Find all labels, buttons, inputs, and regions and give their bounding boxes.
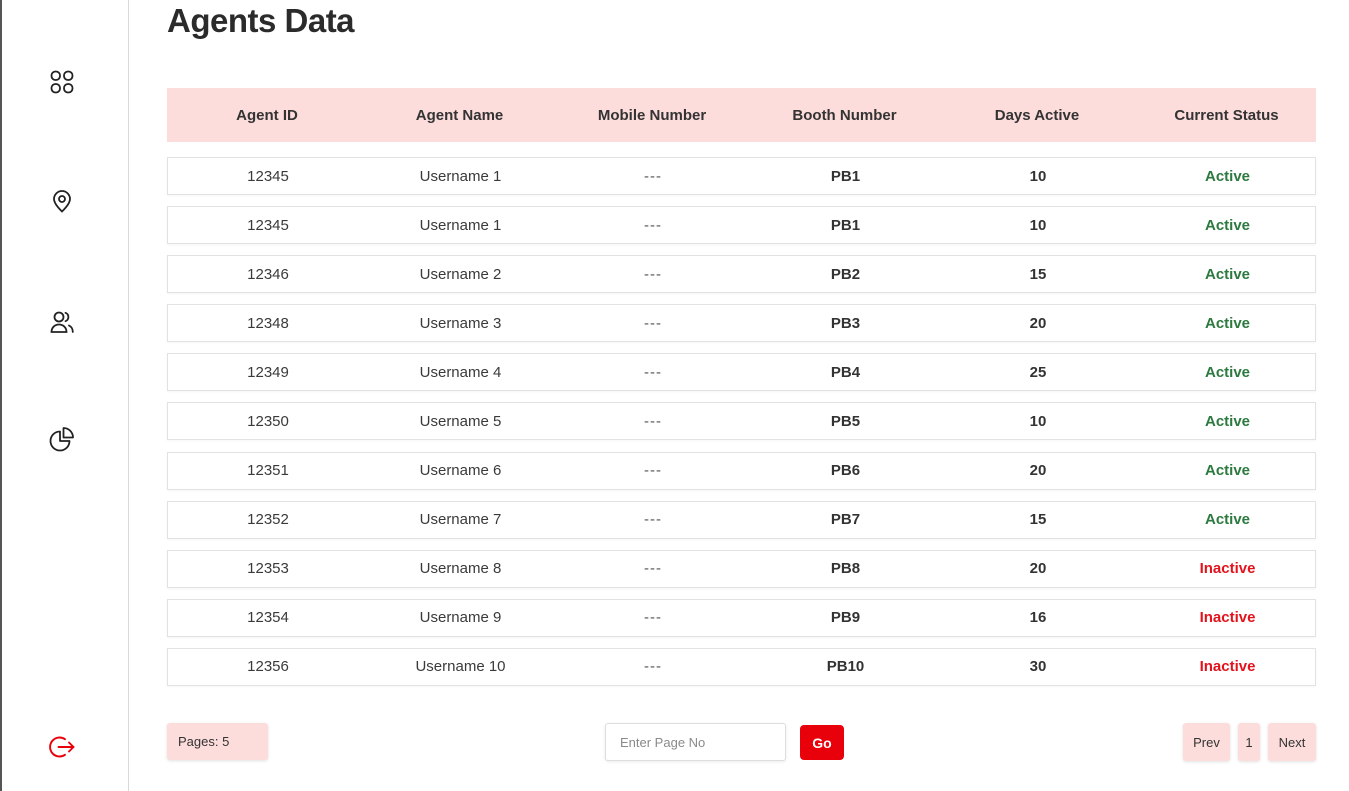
page-number-button[interactable]: 1 <box>1238 723 1260 761</box>
dashboard-grid-icon[interactable] <box>48 68 76 96</box>
table-row: 12356 Username 10 --- PB10 30 Inactive <box>167 647 1316 686</box>
booth-number-cell: PB5 <box>830 412 861 430</box>
status-cell: Active <box>1204 167 1251 185</box>
agent-name-cell: Username 7 <box>419 511 502 529</box>
days-active-cell: 10 <box>1029 216 1047 234</box>
status-cell: Inactive <box>1199 658 1256 676</box>
table-row: 12349 Username 4 --- PB4 25 Active <box>167 353 1316 392</box>
agent-name-cell: Username 8 <box>419 560 502 578</box>
booth-number-cell: PB9 <box>830 609 861 627</box>
agent-id-cell: 12346 <box>247 265 289 283</box>
agent-name-cell: Username 5 <box>419 412 502 430</box>
agent-name-cell: Username 9 <box>419 609 502 627</box>
mobile-number-cell: --- <box>644 314 662 332</box>
table-row: 12351 Username 6 --- PB6 20 Active <box>167 451 1316 490</box>
mobile-number-cell: --- <box>644 363 662 381</box>
logout-icon[interactable] <box>48 733 76 761</box>
status-cell: Active <box>1204 363 1251 381</box>
agent-name-cell: Username 1 <box>419 167 502 185</box>
status-cell: Active <box>1204 412 1251 430</box>
column-header-booth-number: Booth Number <box>792 106 897 124</box>
booth-number-cell: PB1 <box>830 216 861 234</box>
column-header-agent-id: Agent ID <box>236 106 298 124</box>
table-row: 12350 Username 5 --- PB5 10 Active <box>167 402 1316 441</box>
table-row: 12348 Username 3 --- PB3 20 Active <box>167 304 1316 343</box>
days-active-cell: 20 <box>1029 560 1047 578</box>
mobile-number-cell: --- <box>644 511 662 529</box>
booth-number-cell: PB6 <box>830 462 861 480</box>
days-active-cell: 10 <box>1029 167 1047 185</box>
column-header-agent-name: Agent Name <box>415 106 504 124</box>
table-row: 12345 Username 1 --- PB1 10 Active <box>167 157 1316 195</box>
status-cell: Inactive <box>1199 560 1256 578</box>
mobile-number-cell: --- <box>644 167 662 185</box>
agent-name-cell: Username 10 <box>415 658 506 676</box>
agent-id-cell: 12354 <box>247 609 289 627</box>
agent-id-cell: 12349 <box>247 363 289 381</box>
table-header: Agent ID Agent Name Mobile Number Booth … <box>167 88 1316 142</box>
agent-id-cell: 12345 <box>247 216 289 234</box>
table-row: 12346 Username 2 --- PB2 15 Active <box>167 255 1316 294</box>
agents-table-body: 12345 Username 1 --- PB1 10 Active 12345 Userna… <box>167 157 1316 697</box>
table-row: 12345 Username 1 --- PB1 10 Active <box>167 206 1316 245</box>
status-cell: Inactive <box>1199 609 1256 627</box>
agent-id-cell: 12345 <box>247 167 289 185</box>
pie-chart-icon[interactable] <box>48 425 76 453</box>
days-active-cell: 30 <box>1029 658 1047 676</box>
main-content: Agents Data Agent ID Agent Name Mobile N… <box>130 0 1349 791</box>
agent-id-cell: 12356 <box>247 658 289 676</box>
agent-id-cell: 12348 <box>247 314 289 332</box>
mobile-number-cell: --- <box>644 412 662 430</box>
agent-id-cell: 12352 <box>247 511 289 529</box>
agent-name-cell: Username 4 <box>419 363 502 381</box>
status-cell: Active <box>1204 462 1251 480</box>
next-page-button[interactable]: Next <box>1268 723 1316 761</box>
page-number-input[interactable] <box>605 723 786 761</box>
agent-name-cell: Username 1 <box>419 216 502 234</box>
booth-number-cell: PB3 <box>830 314 861 332</box>
column-header-mobile-number: Mobile Number <box>597 106 707 124</box>
column-header-days-active: Days Active <box>994 106 1080 124</box>
mobile-number-cell: --- <box>644 265 662 283</box>
booth-number-cell: PB10 <box>826 658 865 676</box>
pages-count-badge: Pages: 5 <box>167 723 268 760</box>
agent-id-cell: 12350 <box>247 412 289 430</box>
days-active-cell: 20 <box>1029 462 1047 480</box>
days-active-cell: 15 <box>1029 511 1047 529</box>
days-active-cell: 15 <box>1029 265 1047 283</box>
table-row: 12352 Username 7 --- PB7 15 Active <box>167 500 1316 539</box>
booth-number-cell: PB1 <box>830 167 861 185</box>
mobile-number-cell: --- <box>644 462 662 480</box>
column-header-current-status: Current Status <box>1174 106 1279 124</box>
mobile-number-cell: --- <box>644 658 662 676</box>
mobile-number-cell: --- <box>644 560 662 578</box>
days-active-cell: 10 <box>1029 412 1047 430</box>
status-cell: Active <box>1204 265 1251 283</box>
mobile-number-cell: --- <box>644 216 662 234</box>
agent-name-cell: Username 2 <box>419 265 502 283</box>
sidebar <box>2 0 129 791</box>
mobile-number-cell: --- <box>644 609 662 627</box>
location-pin-icon[interactable] <box>48 187 76 215</box>
agent-id-cell: 12351 <box>247 462 289 480</box>
agent-name-cell: Username 6 <box>419 462 502 480</box>
prev-page-button[interactable]: Prev <box>1183 723 1230 761</box>
days-active-cell: 16 <box>1029 609 1047 627</box>
table-row: 12353 Username 8 --- PB8 20 Inactive <box>167 549 1316 588</box>
days-active-cell: 25 <box>1029 363 1047 381</box>
page-title: Agents Data <box>167 2 355 39</box>
table-row: 12354 Username 9 --- PB9 16 Inactive <box>167 598 1316 637</box>
booth-number-cell: PB7 <box>830 511 861 529</box>
days-active-cell: 20 <box>1029 314 1047 332</box>
booth-number-cell: PB8 <box>830 560 861 578</box>
booth-number-cell: PB2 <box>830 265 861 283</box>
agent-name-cell: Username 3 <box>419 314 502 332</box>
status-cell: Active <box>1204 216 1251 234</box>
agent-id-cell: 12353 <box>247 560 289 578</box>
booth-number-cell: PB4 <box>830 363 861 381</box>
status-cell: Active <box>1204 511 1251 529</box>
users-icon[interactable] <box>48 308 76 336</box>
go-button[interactable]: Go <box>800 725 844 760</box>
status-cell: Active <box>1204 314 1251 332</box>
